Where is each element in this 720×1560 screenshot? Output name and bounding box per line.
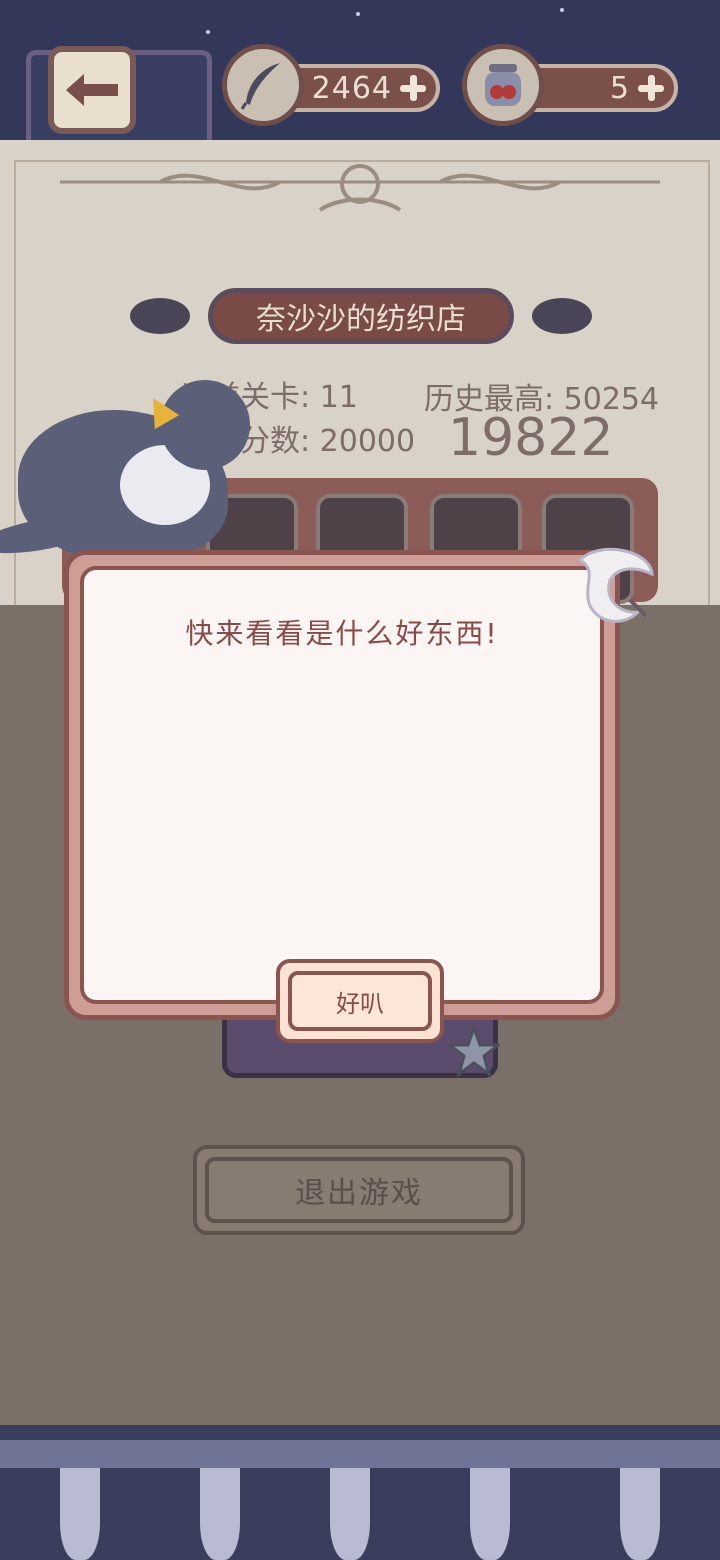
ornament-decoration [60, 164, 660, 212]
stalactite [620, 1468, 660, 1560]
banner-wing-left [130, 298, 190, 334]
current-score: 19822 [448, 408, 614, 468]
shop-name: 奈沙沙的纺织店 [256, 302, 466, 337]
exit-game-button[interactable]: 退出游戏 [193, 1145, 525, 1235]
ok-button[interactable]: 好叭 [276, 959, 444, 1043]
back-button[interactable] [48, 46, 136, 134]
ok-label: 好叭 [336, 989, 384, 1018]
feather-icon [222, 44, 304, 126]
stalactite [60, 1468, 100, 1560]
potion-value: 5 [609, 70, 630, 106]
feather-value: 2464 [311, 70, 392, 106]
add-potions-plus-icon[interactable] [638, 75, 664, 101]
back-arrow-icon [66, 74, 118, 106]
target-score: 分数: 20000 [240, 424, 416, 459]
stalactite [330, 1468, 370, 1560]
bird-head [160, 380, 250, 470]
star-icon [448, 1026, 500, 1078]
ground-edge [0, 1440, 720, 1468]
stalactite [470, 1468, 510, 1560]
star-dot [206, 30, 210, 34]
star-dot [560, 8, 564, 12]
exit-game-label: 退出游戏 [295, 1176, 423, 1211]
shop-name-banner: 奈沙沙的纺织店 [208, 288, 514, 344]
add-feathers-plus-icon[interactable] [400, 75, 426, 101]
star-dot [356, 12, 360, 16]
dialog-message: 快来看看是什么好东西! [185, 617, 499, 650]
potion-jar-icon [462, 44, 544, 126]
stalactite [200, 1468, 240, 1560]
banner-wing-right [532, 298, 592, 334]
